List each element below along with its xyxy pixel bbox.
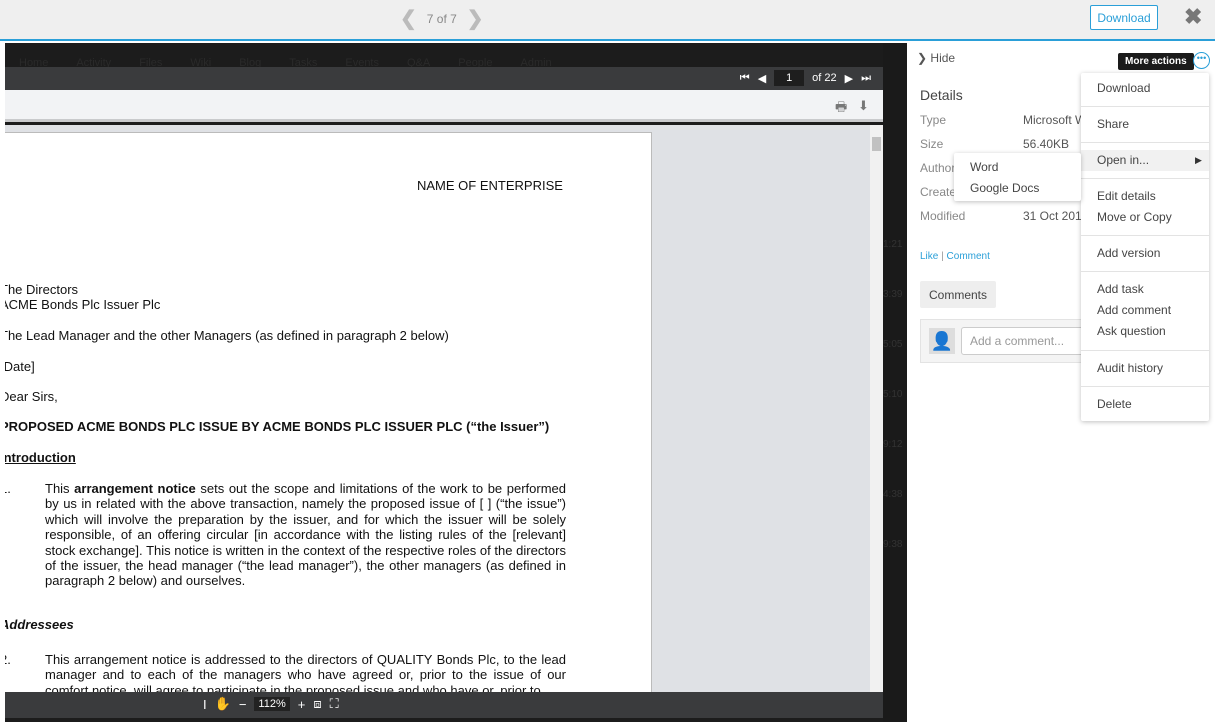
top-bar: ❮ 7 of 7 ❯ Download ✖	[0, 0, 1215, 41]
menu-item-audit-history[interactable]: Audit history	[1097, 361, 1163, 375]
document-page: NAME OF ENTERPRISE The Directors ACME Bo…	[5, 132, 652, 692]
separator: |	[941, 251, 944, 262]
comments-button[interactable]: Comments	[920, 281, 996, 308]
bg-time: 4:38	[883, 489, 903, 500]
next-page-icon[interactable]: ▶	[845, 72, 853, 85]
close-icon[interactable]: ✖	[1184, 4, 1202, 30]
menu-item-edit-details[interactable]: Edit details	[1097, 189, 1156, 203]
text: sets out the scope and limitations of th…	[45, 481, 566, 589]
paragraph-number: 1.	[5, 481, 11, 496]
field-value: 31 Oct 2018	[1023, 209, 1089, 223]
divider	[1081, 350, 1209, 351]
bold-term: arrangement notice	[74, 481, 196, 496]
zoom-in-icon[interactable]: +	[298, 697, 306, 712]
chevron-right-icon: ❯	[917, 51, 928, 65]
paragraph-number: 2.	[5, 652, 11, 667]
bg-time: 5:10	[883, 389, 903, 400]
field-value: 56.40KB	[1023, 137, 1070, 151]
field-label: Modified	[920, 209, 966, 223]
section-heading: Addressees	[5, 617, 74, 632]
section-heading: Introduction	[5, 450, 76, 465]
zoom-level[interactable]: 112%	[254, 697, 290, 711]
hide-label: Hide	[930, 51, 956, 65]
menu-item-open-in[interactable]: Open in...	[1097, 153, 1149, 167]
first-page-icon[interactable]: ⏮	[740, 72, 750, 85]
print-icon[interactable]: 🖶	[835, 98, 847, 120]
paragraph: This arrangement notice sets out the sco…	[45, 481, 566, 589]
tooltip: More actions	[1118, 53, 1194, 70]
more-actions-menu: Download Share Open in... ▶ Edit details…	[1081, 73, 1209, 421]
divider	[1081, 271, 1209, 272]
scrollbar-thumb[interactable]	[872, 137, 881, 151]
like-link[interactable]: Like	[920, 251, 938, 262]
more-actions-icon[interactable]: •••	[1193, 52, 1210, 69]
bg-time: 9:38	[883, 539, 903, 550]
hide-panel-button[interactable]: ❯ Hide	[917, 51, 955, 65]
like-comment-links: Like | Comment	[920, 251, 990, 262]
document-toolbar: 🖶 ⬇	[5, 90, 883, 122]
document-heading: PROPOSED ACME BONDS PLC ISSUE BY ACME BO…	[5, 419, 550, 434]
chevron-left-icon[interactable]: ❮	[400, 6, 417, 31]
menu-item-add-comment[interactable]: Add comment	[1097, 303, 1171, 317]
scrollbar[interactable]	[870, 125, 883, 692]
bg-time: 3:39	[883, 289, 903, 300]
prev-page-icon[interactable]: ◀	[758, 72, 766, 85]
menu-item-share[interactable]: Share	[1097, 117, 1129, 131]
chevron-right-icon[interactable]: ❯	[467, 6, 484, 31]
page-number-input[interactable]: 1	[774, 70, 805, 86]
details-heading: Details	[920, 87, 963, 103]
addressee-line: The Lead Manager and the other Managers …	[5, 328, 449, 343]
download-icon[interactable]: ⬇	[858, 98, 869, 114]
file-pager: ❮ 7 of 7 ❯	[400, 6, 484, 31]
document-area: NAME OF ENTERPRISE The Directors ACME Bo…	[5, 125, 883, 692]
submenu-item-word[interactable]: Word	[970, 160, 998, 174]
avatar: 👤	[929, 328, 955, 354]
menu-item-move-copy[interactable]: Move or Copy	[1097, 210, 1172, 224]
hand-tool-icon[interactable]: ✋	[215, 696, 231, 712]
salutation: Dear Sirs,	[5, 389, 58, 404]
divider	[1081, 142, 1209, 143]
divider	[1081, 178, 1209, 179]
field-label: Author	[920, 161, 956, 175]
page-total: of 22	[812, 72, 837, 84]
zoom-out-icon[interactable]: −	[239, 697, 247, 712]
fullscreen-icon[interactable]: ⛶	[330, 696, 339, 712]
paragraph: This arrangement notice is addressed to …	[45, 652, 566, 692]
divider	[1081, 386, 1209, 387]
date-line: [Date]	[5, 359, 35, 374]
viewer-bottom-bar: I ✋ − 112% + ⧈ ⛶	[5, 692, 883, 718]
page-navigation: ⏮ ◀ 1 of 22 ▶ ⏭	[740, 70, 871, 86]
caret-right-icon: ▶	[1195, 155, 1202, 165]
text-select-icon[interactable]: I	[203, 697, 207, 712]
comment-link[interactable]: Comment	[947, 251, 990, 262]
menu-item-download[interactable]: Download	[1097, 81, 1150, 95]
fit-width-icon[interactable]: ⧈	[313, 696, 321, 712]
menu-item-add-version[interactable]: Add version	[1097, 246, 1160, 260]
menu-item-ask-question[interactable]: Ask question	[1097, 324, 1166, 338]
addressee-line: The Directors	[5, 282, 79, 297]
divider	[1081, 235, 1209, 236]
bg-time: 1:21	[883, 239, 903, 250]
zoom-controls: I ✋ − 112% + ⧈ ⛶	[203, 696, 339, 712]
addressee-line: ACME Bonds Plc Issuer Plc	[5, 297, 161, 312]
background-list-strip: 1:21 3:39 5:05 5:10 9:12 4:38 9:38	[883, 43, 907, 722]
enterprise-name: NAME OF ENTERPRISE	[417, 178, 563, 193]
pager-position: 7 of 7	[426, 11, 457, 26]
menu-item-add-task[interactable]: Add task	[1097, 282, 1144, 296]
download-button[interactable]: Download	[1090, 5, 1158, 30]
document-viewer: Home Activity Files Wiki Blog Tasks Even…	[5, 43, 883, 722]
divider	[1081, 106, 1209, 107]
bg-time: 9:12	[883, 439, 903, 450]
menu-item-delete[interactable]: Delete	[1097, 397, 1132, 411]
last-page-icon[interactable]: ⏭	[861, 72, 871, 85]
viewer-toolbar: ⏮ ◀ 1 of 22 ▶ ⏭	[5, 67, 883, 90]
text: This	[45, 481, 75, 496]
field-label: Type	[920, 113, 947, 127]
field-label: Size	[920, 137, 944, 151]
open-in-submenu: Word Google Docs	[954, 153, 1081, 201]
submenu-item-google-docs[interactable]: Google Docs	[970, 181, 1039, 195]
bg-time: 5:05	[883, 339, 903, 350]
field-value: Microsoft W	[1023, 113, 1087, 127]
